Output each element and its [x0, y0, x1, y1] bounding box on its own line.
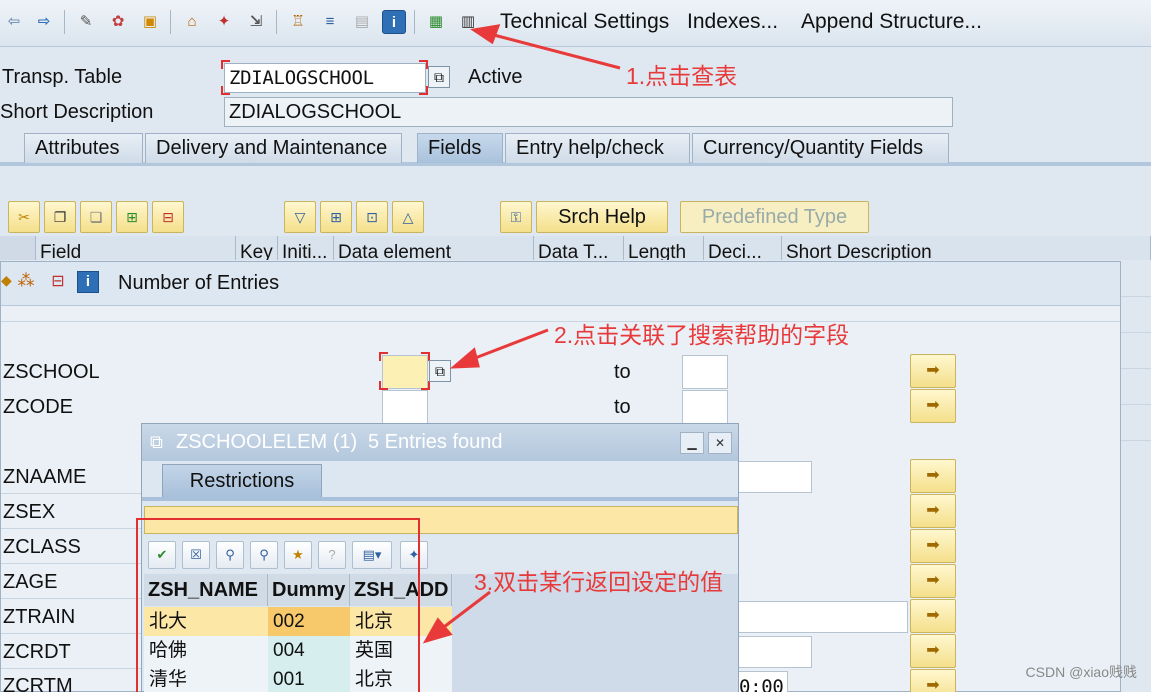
arrowhead-2	[449, 347, 480, 369]
annotation-arrow-3	[439, 590, 491, 632]
arrowhead-3	[422, 617, 453, 644]
annotation-step-2: 2.点击关联了搜索帮助的字段	[554, 322, 850, 348]
annotation-arrow-1	[489, 32, 621, 70]
annotation-step-1: 1.点击查表	[626, 63, 738, 89]
arrowhead-1	[470, 24, 501, 45]
watermark: CSDN @xiao贱贱	[1025, 664, 1137, 680]
annotation-step-3: 3.双击某行返回设定的值	[474, 569, 724, 595]
annotation-arrow-2	[469, 328, 549, 362]
